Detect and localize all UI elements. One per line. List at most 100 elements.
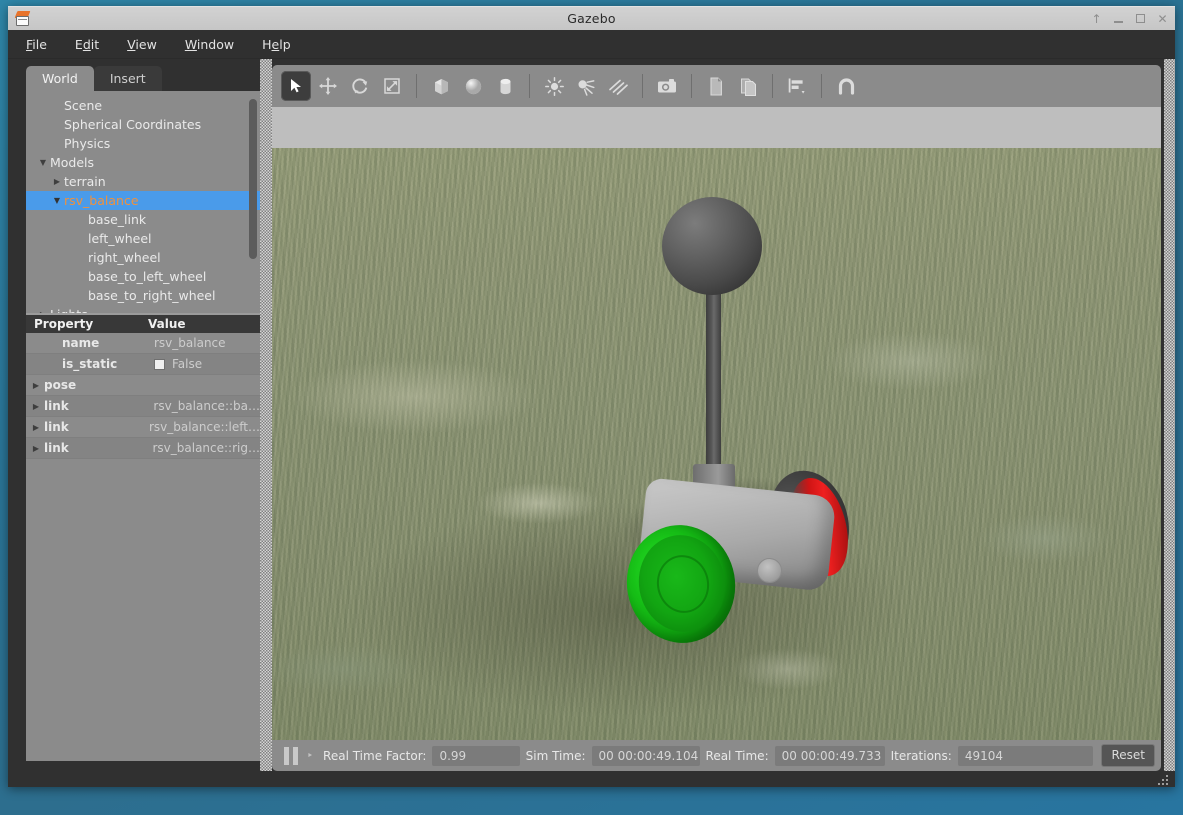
rotate-mode-icon[interactable] [345,71,375,101]
tree-item-label: Lights [50,305,88,313]
tree-item-scene[interactable]: Scene [26,96,260,115]
select-mode-icon[interactable] [281,71,311,101]
property-value: False [172,357,202,371]
twisty-collapsed-icon[interactable]: ▶ [26,423,42,432]
property-name: link [42,441,69,455]
spot-light-icon[interactable] [571,71,601,101]
tree-item-right-wheel[interactable]: right_wheel [26,248,260,267]
left-panel-content: Scene Spherical Coordinates Physics ▼ [26,91,260,761]
tree-item-label: left_wheel [88,229,152,248]
menu-edit[interactable]: Edit [75,37,99,52]
toolbar-separator [772,74,773,98]
minimize-window-button[interactable] [1113,13,1124,25]
paste-icon[interactable] [733,71,763,101]
tree-item-label: rsv_balance [64,191,139,210]
table-row[interactable]: ▶link rsv_balance::rig… [26,438,260,459]
property-table-header: Property Value [26,315,260,333]
menu-file[interactable]: File [26,37,47,52]
tree-scrollbar-thumb[interactable] [249,99,257,259]
twisty-collapsed-icon[interactable]: ▶ [26,402,42,411]
resize-grip[interactable] [1154,773,1168,785]
real-time-factor-value: 0.99 [432,746,519,766]
main-area: World Insert Scene Spherical Coordinates [8,59,1175,771]
insert-cylinder-icon[interactable] [490,71,520,101]
property-name: pose [42,378,76,392]
right-splitter[interactable] [1164,59,1175,771]
tree-item-spherical-coordinates[interactable]: Spherical Coordinates [26,115,260,134]
twisty-collapsed-icon[interactable]: ▶ [36,310,50,313]
tree-item-label: terrain [64,172,106,191]
menu-bar: File Edit View Window Help [8,30,1175,59]
window-bottom-chrome [8,771,1175,787]
real-time-value: 00 00:00:49.733 [775,746,885,766]
column-header-value: Value [148,317,260,331]
shade-window-button[interactable]: ↑ [1091,13,1102,25]
menu-help[interactable]: Help [262,37,291,52]
table-row[interactable]: is_static False [26,354,260,375]
insert-sphere-icon[interactable] [458,71,488,101]
title-bar[interactable]: Gazebo ↑ ✕ [8,6,1175,30]
window-controls: ↑ ✕ [1091,13,1168,25]
translate-mode-icon[interactable] [313,71,343,101]
toolbar-separator [642,74,643,98]
tree-item-physics[interactable]: Physics [26,134,260,153]
tree-item-models[interactable]: ▼ Models [26,153,260,172]
table-row[interactable]: name rsv_balance [26,333,260,354]
real-time-factor-label: Real Time Factor: [323,749,426,763]
property-value: rsv_balance::rig… [152,441,260,455]
tree-item-base-to-right-wheel[interactable]: base_to_right_wheel [26,286,260,305]
insert-box-icon[interactable] [426,71,456,101]
scale-mode-icon[interactable] [377,71,407,101]
tab-world[interactable]: World [26,66,94,91]
real-time-label: Real Time: [706,749,769,763]
tree-item-label: right_wheel [88,248,161,267]
3d-viewport[interactable] [272,107,1161,740]
property-table: Property Value name rsv_balance is_stati… [26,313,260,459]
render-panel: ‣ Real Time Factor: 0.99 Sim Time: 00 00… [272,59,1161,771]
panel-splitter[interactable] [260,59,272,771]
rsv-balance-robot[interactable] [272,107,1161,740]
snap-icon[interactable] [831,71,861,101]
maximize-window-button[interactable] [1135,13,1146,25]
iterations-label: Iterations: [891,749,952,763]
copy-icon[interactable] [701,71,731,101]
twisty-collapsed-icon[interactable]: ▶ [26,381,42,390]
tree-item-base-to-left-wheel[interactable]: base_to_left_wheel [26,267,260,286]
sim-time-value: 00 00:00:49.104 [592,746,700,766]
tree-item-label: base_link [88,210,146,229]
tree-item-terrain[interactable]: ▶ terrain [26,172,260,191]
twisty-expanded-icon[interactable]: ▼ [36,158,50,167]
property-name: link [42,420,69,434]
reset-button[interactable]: Reset [1101,744,1155,767]
left-panel: World Insert Scene Spherical Coordinates [8,59,260,771]
left-panel-filler [26,459,260,761]
tree-scrollbar[interactable] [249,99,257,299]
pause-button[interactable] [280,745,303,767]
twisty-collapsed-icon[interactable]: ▶ [26,444,42,453]
tree-item-base-link[interactable]: base_link [26,210,260,229]
is-static-checkbox[interactable] [154,359,165,370]
tree-item-label: Scene [64,96,102,115]
twisty-expanded-icon[interactable]: ▼ [50,196,64,205]
menu-view[interactable]: View [127,37,157,52]
screenshot-icon[interactable] [652,71,682,101]
point-light-icon[interactable] [539,71,569,101]
menu-window[interactable]: Window [185,37,234,52]
tree-item-left-wheel[interactable]: left_wheel [26,229,260,248]
table-row[interactable]: ▶pose [26,375,260,396]
twisty-collapsed-icon[interactable]: ▶ [50,177,64,186]
align-icon[interactable] [782,71,812,101]
column-header-property: Property [26,317,148,331]
tree-item-rsv-balance[interactable]: ▼ rsv_balance [26,191,260,210]
world-tree[interactable]: Scene Spherical Coordinates Physics ▼ [26,91,260,313]
table-row[interactable]: ▶link rsv_balance::left… [26,417,260,438]
property-name: link [42,399,69,413]
tab-insert[interactable]: Insert [94,66,162,91]
directional-light-icon[interactable] [603,71,633,101]
toolbar-separator [691,74,692,98]
tree-item-lights[interactable]: ▶ Lights [26,305,260,313]
property-name: is_static [26,357,117,371]
table-row[interactable]: ▶link rsv_balance::ba… [26,396,260,417]
close-window-button[interactable]: ✕ [1157,13,1168,25]
simulation-status-bar: ‣ Real Time Factor: 0.99 Sim Time: 00 00… [272,740,1161,771]
